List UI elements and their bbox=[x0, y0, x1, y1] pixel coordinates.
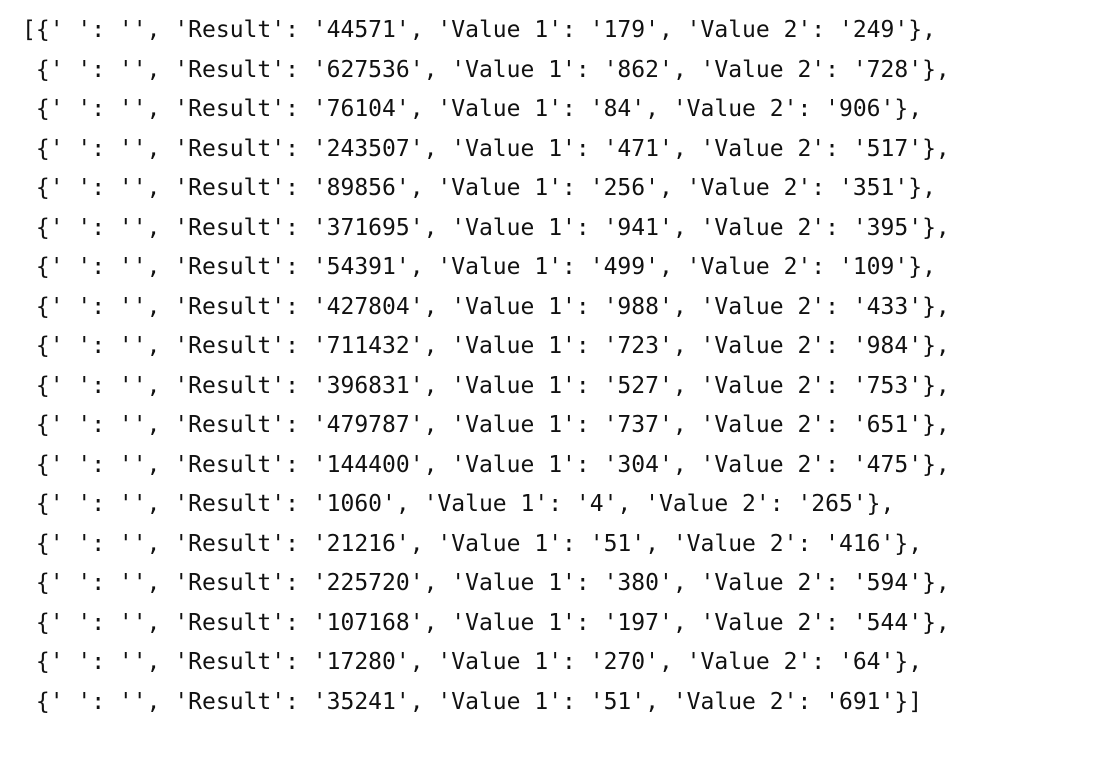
code-line: {' ': '', 'Result': '627536', 'Value 1':… bbox=[22, 56, 950, 83]
code-line: {' ': '', 'Result': '225720', 'Value 1':… bbox=[22, 570, 950, 596]
code-line: {' ': '', 'Result': '243507', 'Value 1':… bbox=[22, 135, 950, 162]
code-line: {' ': '', 'Result': '21216', 'Value 1': … bbox=[22, 530, 923, 557]
code-line: {' ': '', 'Result': '711432', 'Value 1':… bbox=[22, 333, 950, 359]
code-line: {' ': '', 'Result': '1060', 'Value 1': '… bbox=[22, 491, 895, 517]
code-line: {' ': '', 'Result': '76104', 'Value 1': … bbox=[22, 96, 923, 122]
code-output: [{' ': '', 'Result': '44571', 'Value 1':… bbox=[22, 11, 950, 722]
code-line: {' ': '', 'Result': '107168', 'Value 1':… bbox=[22, 609, 950, 636]
code-line: {' ': '', 'Result': '89856', 'Value 1': … bbox=[22, 175, 936, 201]
code-line: {' ': '', 'Result': '35241', 'Value 1': … bbox=[22, 688, 923, 715]
code-line: {' ': '', 'Result': '479787', 'Value 1':… bbox=[22, 412, 950, 438]
code-line: {' ': '', 'Result': '371695', 'Value 1':… bbox=[22, 214, 950, 241]
code-line: {' ': '', 'Result': '396831', 'Value 1':… bbox=[22, 372, 950, 399]
code-line: {' ': '', 'Result': '54391', 'Value 1': … bbox=[22, 254, 936, 280]
code-line: {' ': '', 'Result': '427804', 'Value 1':… bbox=[22, 293, 950, 320]
code-line: {' ': '', 'Result': '144400', 'Value 1':… bbox=[22, 451, 950, 478]
code-line: {' ': '', 'Result': '17280', 'Value 1': … bbox=[22, 649, 923, 675]
code-line: [{' ': '', 'Result': '44571', 'Value 1':… bbox=[22, 17, 936, 43]
